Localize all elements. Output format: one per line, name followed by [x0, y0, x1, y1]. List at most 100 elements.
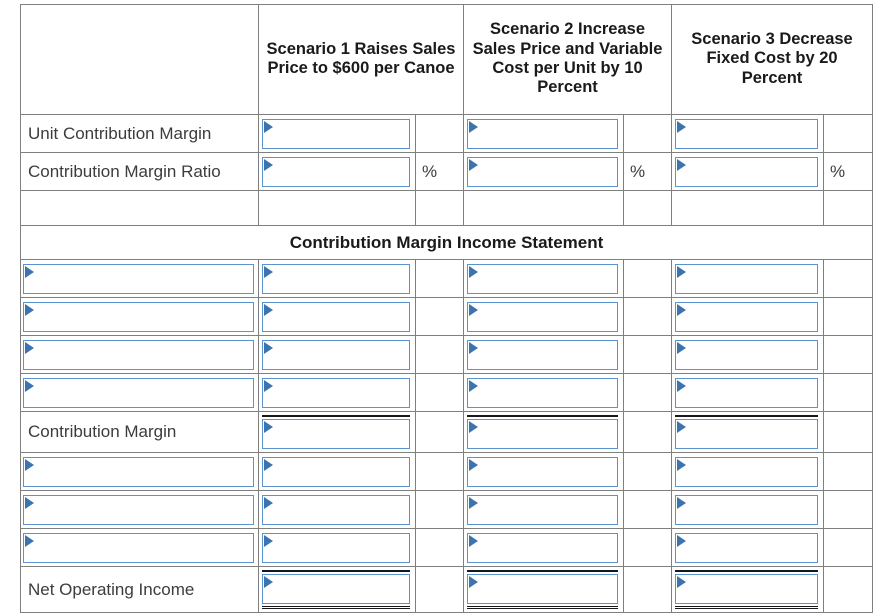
spacer-cell-s2	[463, 190, 624, 226]
cell-statement-7-scenario-2[interactable]	[463, 528, 624, 567]
dropdown-input-statement-4-s2[interactable]	[466, 418, 619, 450]
cell-statement-2-scenario-2[interactable]	[463, 335, 624, 374]
dropdown-input-statement-0-s1[interactable]	[261, 262, 411, 295]
statement-2-s3-suffix-cell	[822, 335, 874, 374]
dropdown-input-unit-cm-s1[interactable]	[261, 117, 411, 150]
dropdown-input-statement-1-s3[interactable]	[674, 300, 819, 333]
cell-statement-0-label[interactable]	[20, 259, 259, 298]
cell-statement-5-scenario-3[interactable]	[671, 452, 824, 491]
cell-statement-1-scenario-1[interactable]	[258, 297, 416, 336]
dropdown-input-statement-2-s3[interactable]	[674, 338, 819, 371]
cell-statement-8-scenario-1[interactable]	[258, 566, 416, 613]
cell-contribution-margin-ratio-scenario-3[interactable]	[671, 152, 824, 191]
dropdown-input-statement-3-s3[interactable]	[674, 376, 819, 409]
dropdown-input-statement-3-s1[interactable]	[261, 376, 411, 409]
dropdown-input-cm-ratio-s1[interactable]	[261, 155, 411, 188]
table-row-statement-5	[20, 452, 874, 491]
cell-statement-3-scenario-2[interactable]	[463, 373, 624, 412]
cell-statement-4-scenario-2[interactable]	[463, 411, 624, 453]
dropdown-input-statement-5-s1[interactable]	[261, 455, 411, 488]
dropdown-input-statement-2-label[interactable]	[22, 338, 255, 371]
statement-4-s2-suffix-cell	[623, 411, 672, 453]
cell-unit-contribution-margin-scenario-2[interactable]	[463, 114, 624, 153]
cell-statement-0-scenario-1[interactable]	[258, 259, 416, 298]
dropdown-input-statement-6-s3[interactable]	[674, 493, 819, 526]
cell-statement-5-label[interactable]	[20, 452, 259, 491]
dropdown-input-statement-6-s2[interactable]	[466, 493, 619, 526]
cell-statement-1-scenario-2[interactable]	[463, 297, 624, 336]
percent-symbol-cm-ratio-s2: %	[623, 152, 672, 191]
dropdown-input-statement-4-s1[interactable]	[261, 418, 411, 450]
dropdown-input-statement-0-s2[interactable]	[466, 262, 619, 295]
dropdown-input-statement-0-label[interactable]	[22, 262, 255, 295]
table-row-spacer	[20, 190, 874, 226]
cell-contribution-margin-ratio-scenario-2[interactable]	[463, 152, 624, 191]
cell-statement-1-label[interactable]	[20, 297, 259, 336]
cell-contribution-margin-ratio-scenario-1[interactable]	[258, 152, 416, 191]
dropdown-input-statement-8-s3[interactable]	[674, 573, 819, 605]
dropdown-input-statement-3-label[interactable]	[22, 376, 255, 409]
dropdown-input-cm-ratio-s3[interactable]	[674, 155, 819, 188]
cell-unit-contribution-margin-scenario-1[interactable]	[258, 114, 416, 153]
cell-unit-contribution-margin-scenario-3[interactable]	[671, 114, 824, 153]
cell-statement-2-scenario-3[interactable]	[671, 335, 824, 374]
dropdown-input-statement-5-label[interactable]	[22, 455, 255, 488]
dropdown-input-statement-2-s1[interactable]	[261, 338, 411, 371]
statement-4-s3-suffix-cell	[822, 411, 874, 453]
statement-3-s3-suffix-cell	[822, 373, 874, 412]
statement-5-s3-suffix-cell	[822, 452, 874, 491]
dropdown-input-unit-cm-s2[interactable]	[466, 117, 619, 150]
spacer-cell-s2-pct	[623, 190, 672, 226]
cell-statement-7-scenario-3[interactable]	[671, 528, 824, 567]
cell-statement-6-label[interactable]	[20, 490, 259, 529]
statement-3-s1-suffix-cell	[415, 373, 464, 412]
statement-3-s2-suffix-cell	[623, 373, 672, 412]
cell-statement-6-scenario-3[interactable]	[671, 490, 824, 529]
cell-statement-5-scenario-1[interactable]	[258, 452, 416, 491]
dropdown-input-statement-8-s1[interactable]	[261, 573, 411, 605]
cell-statement-7-label[interactable]	[20, 528, 259, 567]
cell-statement-7-scenario-1[interactable]	[258, 528, 416, 567]
cell-statement-8-scenario-3[interactable]	[671, 566, 824, 613]
statement-0-s1-suffix-cell	[415, 259, 464, 298]
dropdown-input-statement-0-s3[interactable]	[674, 262, 819, 295]
cell-statement-4-scenario-3[interactable]	[671, 411, 824, 453]
cell-statement-0-scenario-3[interactable]	[671, 259, 824, 298]
cell-statement-3-scenario-1[interactable]	[258, 373, 416, 412]
table-row-contribution-margin-ratio: Contribution Margin Ratio % % %	[20, 152, 874, 191]
dropdown-input-cm-ratio-s2[interactable]	[466, 155, 619, 188]
table-row-statement-4: Contribution Margin	[20, 411, 874, 453]
header-corner-cell	[20, 4, 259, 115]
dropdown-input-statement-1-s2[interactable]	[466, 300, 619, 333]
cell-statement-2-label[interactable]	[20, 335, 259, 374]
statement-8-s1-suffix-cell	[415, 566, 464, 613]
cell-statement-3-scenario-3[interactable]	[671, 373, 824, 412]
cell-statement-3-label[interactable]	[20, 373, 259, 412]
dropdown-input-statement-6-label[interactable]	[22, 493, 255, 526]
scenario-analysis-worksheet: Scenario 1 Raises Sales Price to $600 pe…	[19, 4, 874, 613]
dropdown-input-statement-3-s2[interactable]	[466, 376, 619, 409]
dropdown-input-statement-7-s2[interactable]	[466, 531, 619, 564]
dropdown-input-statement-5-s3[interactable]	[674, 455, 819, 488]
cell-statement-8-scenario-2[interactable]	[463, 566, 624, 613]
statement-1-s2-suffix-cell	[623, 297, 672, 336]
dropdown-input-statement-1-s1[interactable]	[261, 300, 411, 333]
cell-statement-6-scenario-1[interactable]	[258, 490, 416, 529]
dropdown-input-statement-6-s1[interactable]	[261, 493, 411, 526]
cell-statement-5-scenario-2[interactable]	[463, 452, 624, 491]
dropdown-input-statement-7-s1[interactable]	[261, 531, 411, 564]
cell-statement-4-scenario-1[interactable]	[258, 411, 416, 453]
dropdown-input-statement-5-s2[interactable]	[466, 455, 619, 488]
cell-statement-2-scenario-1[interactable]	[258, 335, 416, 374]
dropdown-input-statement-4-s3[interactable]	[674, 418, 819, 450]
dropdown-input-statement-1-label[interactable]	[22, 300, 255, 333]
cell-statement-0-scenario-2[interactable]	[463, 259, 624, 298]
dropdown-input-statement-7-s3[interactable]	[674, 531, 819, 564]
cell-statement-1-scenario-3[interactable]	[671, 297, 824, 336]
statement-2-s1-suffix-cell	[415, 335, 464, 374]
dropdown-input-statement-2-s2[interactable]	[466, 338, 619, 371]
dropdown-input-statement-7-label[interactable]	[22, 531, 255, 564]
dropdown-input-unit-cm-s3[interactable]	[674, 117, 819, 150]
cell-statement-6-scenario-2[interactable]	[463, 490, 624, 529]
dropdown-input-statement-8-s2[interactable]	[466, 573, 619, 605]
